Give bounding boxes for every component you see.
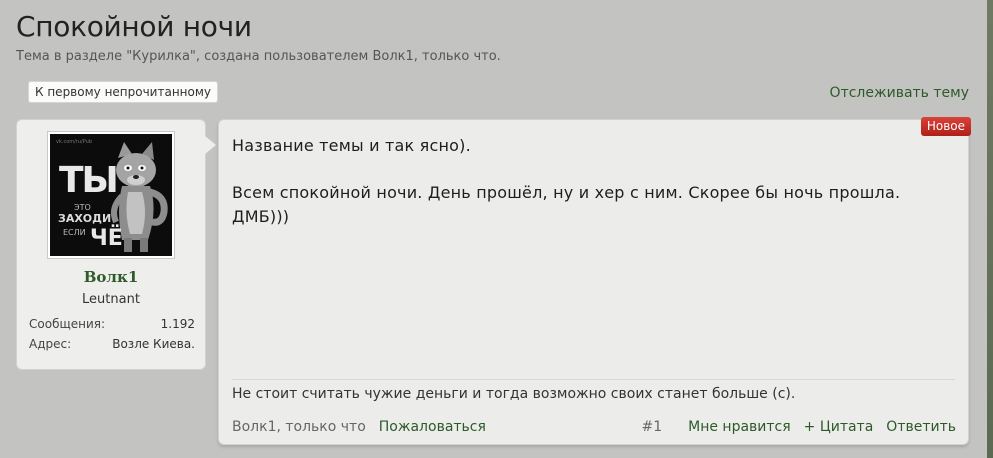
thread-description: Тема в разделе "Курилка", создана пользо… bbox=[16, 49, 501, 64]
user-rank: Leutnant bbox=[82, 292, 140, 307]
post-paragraph: Всем спокойной ночи. День прошёл, ну и х… bbox=[232, 183, 901, 226]
post-message: Новое Название темы и так ясно). Всем сп… bbox=[218, 117, 971, 445]
signature-divider bbox=[232, 379, 955, 380]
username-link[interactable]: Волк1 bbox=[17, 268, 205, 286]
report-link[interactable]: Пожаловаться bbox=[379, 419, 486, 435]
stat-label: Адрес: bbox=[29, 337, 72, 351]
stat-messages: Сообщения: 1.192 bbox=[29, 317, 195, 331]
post-number-link[interactable]: #1 bbox=[641, 419, 662, 435]
reply-link[interactable]: Ответить bbox=[886, 419, 956, 435]
right-edge-strip bbox=[987, 0, 993, 458]
post-footer: Волк1, только что Пожаловаться #1 Мне нр… bbox=[232, 419, 956, 435]
post-paragraph: Название темы и так ясно). bbox=[232, 136, 471, 155]
avatar-text-large: ЧЁ bbox=[90, 226, 123, 251]
avatar[interactable]: vk.com/ru/Pub ТЫ ЭТО ЗАХОДИ ЕСЛИ ЧЁ bbox=[47, 131, 175, 259]
stat-address: Адрес: Возле Киева. bbox=[29, 337, 195, 351]
post-meta: Волк1, только что bbox=[232, 419, 366, 435]
avatar-text-small: ЭТО bbox=[74, 203, 91, 212]
like-link[interactable]: Мне нравится bbox=[688, 419, 791, 435]
avatar-text-medium: ЗАХОДИ bbox=[58, 212, 112, 225]
quote-link[interactable]: + Цитата bbox=[804, 419, 874, 435]
stat-label: Сообщения: bbox=[29, 317, 106, 331]
avatar-text-small: ЕСЛИ bbox=[63, 228, 86, 237]
page-title: Спокойной ночи bbox=[16, 10, 252, 43]
signature: Не стоит считать чужие деньги и тогда во… bbox=[232, 386, 796, 402]
avatar-image: vk.com/ru/Pub ТЫ ЭТО ЗАХОДИ ЕСЛИ ЧЁ bbox=[50, 134, 172, 256]
avatar-text-large: ТЫ bbox=[59, 160, 119, 201]
card-pointer-arrow bbox=[205, 136, 216, 154]
watch-thread-link[interactable]: Отслеживать тему bbox=[830, 85, 969, 101]
first-unread-button[interactable]: К первому непрочитанному bbox=[28, 81, 219, 103]
stat-value: 1.192 bbox=[160, 317, 195, 331]
post-body: Название темы и так ясно). Всем спокойно… bbox=[232, 134, 952, 252]
user-info-card: vk.com/ru/Pub ТЫ ЭТО ЗАХОДИ ЕСЛИ ЧЁ Волк… bbox=[16, 119, 206, 370]
avatar-caption: vk.com/ru/Pub bbox=[56, 139, 92, 145]
stat-value: Возле Киева. bbox=[112, 337, 195, 351]
